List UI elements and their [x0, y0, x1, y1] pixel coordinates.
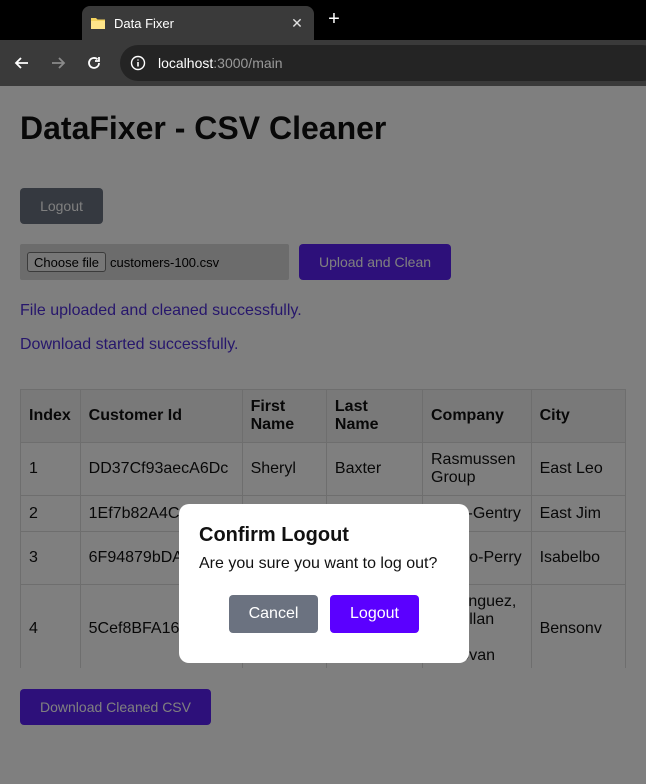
- cancel-button[interactable]: Cancel: [229, 595, 318, 633]
- dialog-actions: Cancel Logout: [179, 595, 469, 633]
- dialog-message: Are you sure you want to log out?: [199, 555, 438, 572]
- dialog-title: Confirm Logout: [199, 524, 349, 546]
- close-icon[interactable]: ✕: [288, 15, 306, 32]
- folder-icon: [90, 15, 106, 31]
- url-path: :3000/main: [213, 55, 283, 71]
- browser-tab-bar: Data Fixer ✕ +: [0, 0, 646, 40]
- confirm-logout-dialog: Confirm Logout Are you sure you want to …: [179, 504, 469, 663]
- address-bar[interactable]: localhost:3000/main: [120, 45, 646, 81]
- reload-icon[interactable]: [76, 45, 112, 81]
- confirm-logout-button[interactable]: Logout: [330, 595, 419, 633]
- forward-icon[interactable]: [40, 45, 76, 81]
- browser-tab[interactable]: Data Fixer ✕: [82, 6, 314, 40]
- new-tab-icon[interactable]: +: [324, 8, 344, 31]
- url-host: localhost: [158, 55, 214, 71]
- tab-title: Data Fixer: [114, 15, 174, 31]
- back-icon[interactable]: [4, 45, 40, 81]
- modal-overlay[interactable]: [0, 86, 646, 784]
- site-info-icon[interactable]: [130, 55, 146, 71]
- browser-toolbar: localhost:3000/main: [0, 40, 646, 86]
